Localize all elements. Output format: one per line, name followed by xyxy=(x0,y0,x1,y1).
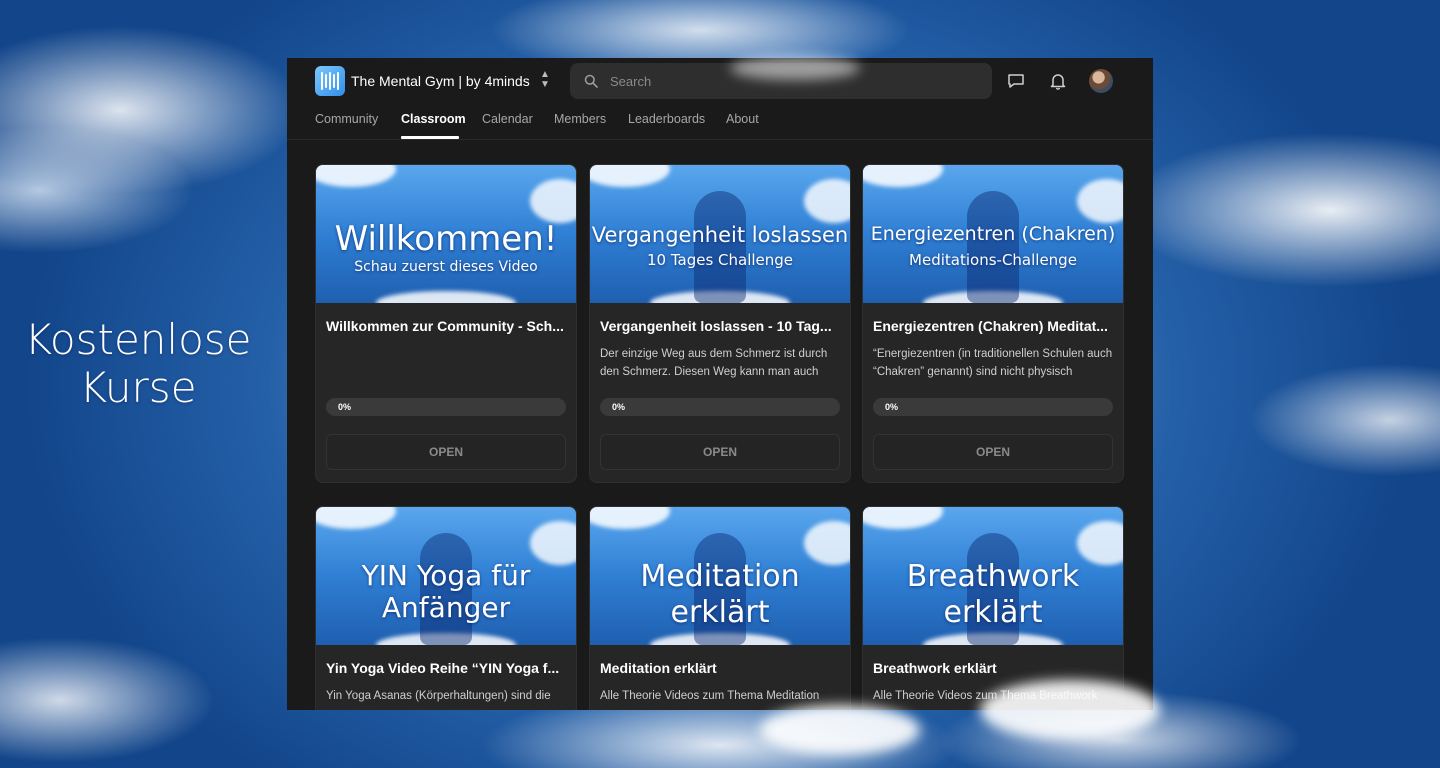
progress-bar: 0% xyxy=(600,398,840,416)
promo-heading: Kostenlose Kurse xyxy=(0,316,276,412)
search-icon xyxy=(584,74,598,88)
thumbnail-title: Vergangenheit loslassen xyxy=(591,223,849,247)
progress-label: 0% xyxy=(612,402,626,412)
course-title: Yin Yoga Video Reihe “YIN Yoga f... xyxy=(326,660,560,676)
thumbnail-title: Energiezentren (Chakren) xyxy=(870,223,1116,245)
course-card[interactable]: YIN Yoga für Anfänger Yin Yoga Video Rei… xyxy=(315,506,577,710)
chat-icon[interactable] xyxy=(1006,71,1026,91)
promo-heading-line1: Kostenlose xyxy=(24,315,252,364)
open-course-button[interactable]: OPEN xyxy=(600,434,840,470)
open-course-button[interactable]: OPEN xyxy=(326,434,566,470)
course-thumbnail: Energiezentren (Chakren) Meditations-Cha… xyxy=(863,165,1123,303)
app-logo-icon[interactable] xyxy=(315,66,345,96)
course-title: Breathwork erklärt xyxy=(873,660,997,676)
course-thumbnail: Meditation erklärt xyxy=(590,507,850,645)
course-card[interactable]: Meditation erklärt Meditation erklärt Al… xyxy=(589,506,851,710)
course-thumbnail: Vergangenheit loslassen 10 Tages Challen… xyxy=(590,165,850,303)
course-description xyxy=(326,345,568,381)
decorative-cloud xyxy=(760,705,920,755)
course-description: Yin Yoga Asanas (Körperhaltungen) sind d… xyxy=(326,690,551,702)
top-bar: The Mental Gym | by 4minds ▲ ▼ xyxy=(287,58,1153,104)
course-card[interactable]: Willkommen! Schau zuerst dieses Video Wi… xyxy=(315,164,577,483)
group-switcher-chevron-icon[interactable]: ▲ ▼ xyxy=(538,70,552,92)
course-title: Willkommen zur Community - Sch... xyxy=(326,318,564,334)
progress-bar: 0% xyxy=(873,398,1113,416)
course-card[interactable]: Energiezentren (Chakren) Meditations-Cha… xyxy=(862,164,1124,483)
course-thumbnail: Breathwork erklärt xyxy=(863,507,1123,645)
decorative-cloud xyxy=(730,56,860,80)
course-thumbnail: YIN Yoga für Anfänger xyxy=(316,507,576,645)
course-thumbnail: Willkommen! Schau zuerst dieses Video xyxy=(316,165,576,303)
tab-calendar[interactable]: Calendar xyxy=(482,112,533,126)
thumbnail-subtitle: 10 Tages Challenge xyxy=(646,251,794,269)
bell-icon[interactable] xyxy=(1048,71,1068,91)
thumbnail-subtitle: erklärt xyxy=(670,595,770,630)
progress-label: 0% xyxy=(338,402,352,412)
app-title[interactable]: The Mental Gym | by 4minds xyxy=(351,73,530,89)
thumbnail-title: YIN Yoga für xyxy=(361,559,531,592)
tab-community[interactable]: Community xyxy=(315,112,378,126)
thumbnail-subtitle: Anfänger xyxy=(381,591,511,624)
progress-label: 0% xyxy=(885,402,899,412)
active-tab-indicator xyxy=(401,136,459,139)
main-nav: Community Classroom Calendar Members Lea… xyxy=(287,104,1153,140)
course-card[interactable]: Vergangenheit loslassen 10 Tages Challen… xyxy=(589,164,851,483)
thumbnail-title: Breathwork xyxy=(906,559,1080,594)
app-window: The Mental Gym | by 4minds ▲▼ Community … xyxy=(287,58,1153,710)
progress-bar: 0% xyxy=(326,398,566,416)
promo-heading-line2: Kurse xyxy=(79,363,197,412)
open-course-button[interactable]: OPEN xyxy=(873,434,1113,470)
decorative-cloud xyxy=(980,680,1160,740)
tab-about[interactable]: About xyxy=(726,112,759,126)
course-title: Energiezentren (Chakren) Meditat... xyxy=(873,318,1108,334)
course-description: Der einzige Weg aus dem Schmerz ist durc… xyxy=(600,348,828,378)
course-title: Vergangenheit loslassen - 10 Tag... xyxy=(600,318,832,334)
course-description: “Energiezentren (in traditionellen Schul… xyxy=(873,348,1113,378)
thumbnail-subtitle: Schau zuerst dieses Video xyxy=(354,259,538,275)
thumbnail-subtitle: erklärt xyxy=(943,595,1043,630)
user-avatar[interactable] xyxy=(1089,69,1113,93)
thumbnail-title: Willkommen! xyxy=(334,219,558,259)
tab-leaderboards[interactable]: Leaderboards xyxy=(628,112,705,126)
thumbnail-title: Meditation xyxy=(640,559,800,594)
course-card[interactable]: Breathwork erklärt Breathwork erklärt Al… xyxy=(862,506,1124,710)
tab-classroom[interactable]: Classroom xyxy=(401,112,466,126)
thumbnail-subtitle: Meditations-Challenge xyxy=(909,251,1077,269)
course-title: Meditation erklärt xyxy=(600,660,717,676)
tab-members[interactable]: Members xyxy=(554,112,606,126)
